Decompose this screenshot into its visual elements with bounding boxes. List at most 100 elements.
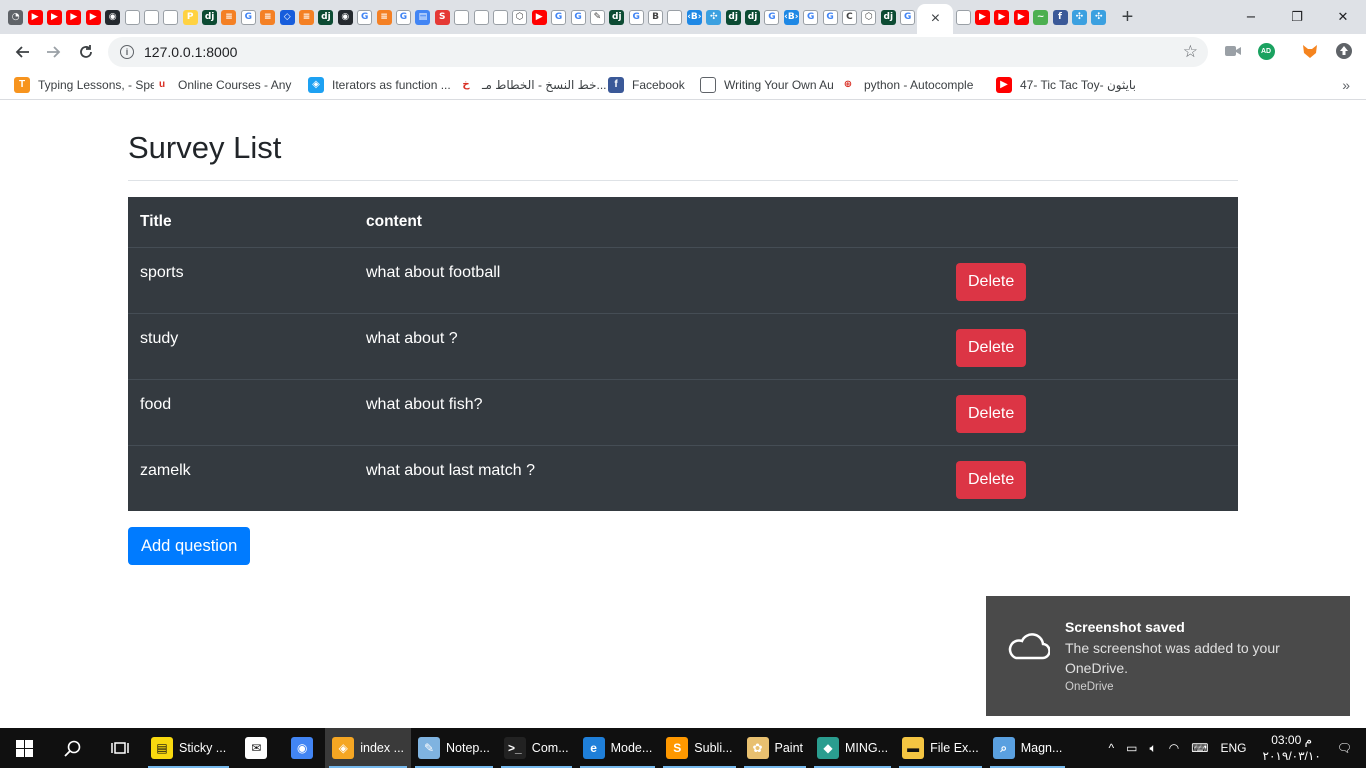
tab-puzzle[interactable]: ✣ bbox=[704, 0, 723, 34]
task-view-button[interactable] bbox=[96, 728, 144, 768]
taskbar-app[interactable]: >_ Com... bbox=[497, 728, 576, 768]
volume-icon[interactable]: 🔈︎ bbox=[1150, 741, 1157, 756]
tab-django[interactable]: dj bbox=[743, 0, 762, 34]
tab-google[interactable]: G bbox=[762, 0, 781, 34]
tab-doc[interactable] bbox=[142, 0, 161, 34]
delete-button[interactable]: Delete bbox=[956, 460, 1027, 499]
forward-button[interactable] bbox=[38, 36, 70, 68]
tab-youtube[interactable]: ▶ bbox=[84, 0, 103, 34]
tab-django[interactable]: dj bbox=[879, 0, 898, 34]
taskbar-app[interactable]: e Mode... bbox=[576, 728, 660, 768]
tab-c[interactable]: C bbox=[840, 0, 859, 34]
tab-google[interactable]: G bbox=[239, 0, 258, 34]
taskbar-app[interactable]: ◈ index ... bbox=[325, 728, 412, 768]
tab-drive[interactable]: ▤ bbox=[413, 0, 432, 34]
tab-youtube[interactable]: ▶ bbox=[992, 0, 1011, 34]
tab-codepen[interactable]: ⬡ bbox=[859, 0, 878, 34]
bookmark-item[interactable]: ◈ Iterators as function ... bbox=[308, 76, 458, 93]
tab-bracket[interactable]: ‹B› bbox=[782, 0, 801, 34]
tab-green[interactable]: ~ bbox=[1031, 0, 1050, 34]
taskbar-app[interactable]: ◉ bbox=[279, 728, 325, 768]
bookmark-item[interactable]: ▶ 47- Tic Tac Toy- بايثون bbox=[996, 76, 1146, 93]
tab-google[interactable]: G bbox=[394, 0, 413, 34]
delete-button[interactable]: Delete bbox=[956, 262, 1027, 301]
search-button[interactable] bbox=[48, 728, 96, 768]
tab-pypi[interactable]: P bbox=[181, 0, 200, 34]
taskbar-app[interactable]: ▬ File Ex... bbox=[895, 728, 986, 768]
profile-avatar[interactable]: AD bbox=[1256, 41, 1276, 61]
tab-doc[interactable] bbox=[471, 0, 490, 34]
taskbar-app[interactable]: ✿ Paint bbox=[740, 728, 811, 768]
delete-button[interactable]: Delete bbox=[956, 328, 1027, 367]
tab-youtube[interactable]: ▶ bbox=[530, 0, 549, 34]
chevron-up-icon[interactable]: ^ bbox=[1109, 741, 1115, 755]
reload-button[interactable] bbox=[70, 36, 102, 68]
battery-icon[interactable]: ▭ bbox=[1126, 741, 1137, 755]
site-info-icon[interactable]: i bbox=[120, 45, 134, 59]
minimize-button[interactable]: − bbox=[1228, 0, 1274, 34]
keyboard-icon[interactable]: ⌨ bbox=[1191, 741, 1208, 755]
tab-google[interactable]: G bbox=[568, 0, 587, 34]
bookmark-star-icon[interactable]: ☆ bbox=[1183, 42, 1198, 62]
tab-s-red[interactable]: S bbox=[433, 0, 452, 34]
tab-django[interactable]: dj bbox=[723, 0, 742, 34]
clock[interactable]: 03:00 م ٢٠١٩/٠٣/١٠ bbox=[1263, 732, 1321, 764]
tab-doc[interactable] bbox=[452, 0, 471, 34]
tab-github[interactable]: ◉ bbox=[336, 0, 355, 34]
update-icon[interactable] bbox=[1334, 41, 1354, 61]
tab-facebook[interactable]: f bbox=[1050, 0, 1069, 34]
taskbar-app[interactable]: ✎ Notep... bbox=[411, 728, 497, 768]
tab-doc[interactable] bbox=[122, 0, 141, 34]
tab-chrome[interactable]: ◔ bbox=[6, 0, 25, 34]
tab-github[interactable]: ◉ bbox=[103, 0, 122, 34]
tab-google[interactable]: G bbox=[898, 0, 917, 34]
address-bar[interactable]: i 127.0.0.1:8000 ☆ bbox=[108, 37, 1208, 67]
bookmark-item[interactable]: ⊕ python - Autocomple bbox=[840, 76, 996, 93]
tab-puzzle[interactable]: ✣ bbox=[1089, 0, 1108, 34]
address-url[interactable]: 127.0.0.1:8000 bbox=[144, 44, 237, 60]
tab-stackoverflow[interactable]: ≡ bbox=[297, 0, 316, 34]
tab-stackoverflow[interactable]: ≡ bbox=[258, 0, 277, 34]
close-tab-icon[interactable]: × bbox=[931, 10, 940, 28]
camera-icon[interactable] bbox=[1223, 41, 1243, 61]
start-button[interactable] bbox=[0, 728, 48, 768]
tab-doc[interactable] bbox=[953, 0, 972, 34]
tab-stackoverflow[interactable]: ≡ bbox=[219, 0, 238, 34]
close-window-button[interactable]: ✕ bbox=[1320, 0, 1366, 34]
taskbar-app[interactable]: ✉ bbox=[233, 728, 279, 768]
tab-stackoverflow[interactable]: ≡ bbox=[374, 0, 393, 34]
bookmark-item[interactable]: خ خط النسخ - الخطاط مـ... bbox=[458, 76, 608, 93]
tab-google[interactable]: G bbox=[801, 0, 820, 34]
active-tab[interactable]: × bbox=[917, 4, 954, 34]
action-center-icon[interactable]: 🗨︎ bbox=[1337, 741, 1352, 755]
taskbar-app[interactable]: ▤ Sticky ... bbox=[144, 728, 233, 768]
tab-django[interactable]: dj bbox=[316, 0, 335, 34]
bookmark-item[interactable]: Writing Your Own Au bbox=[700, 76, 840, 93]
tab-google[interactable]: G bbox=[549, 0, 568, 34]
restore-button[interactable]: ❐ bbox=[1274, 0, 1320, 34]
tab-puzzle[interactable]: ✣ bbox=[1070, 0, 1089, 34]
tab-youtube[interactable]: ▶ bbox=[25, 0, 44, 34]
tab-doc[interactable] bbox=[491, 0, 510, 34]
language-indicator[interactable]: ENG bbox=[1221, 741, 1247, 755]
tab-youtube[interactable]: ▶ bbox=[45, 0, 64, 34]
bookmark-item[interactable]: f Facebook bbox=[608, 76, 700, 93]
taskbar-app[interactable]: ⌕ Magn... bbox=[986, 728, 1070, 768]
more-bookmarks-icon[interactable]: » bbox=[1342, 77, 1350, 93]
tab-google[interactable]: G bbox=[820, 0, 839, 34]
bookmark-item[interactable]: u Online Courses - Any bbox=[154, 76, 308, 93]
tab-youtube[interactable]: ▶ bbox=[64, 0, 83, 34]
tab-bracket[interactable]: ‹B› bbox=[685, 0, 704, 34]
fox-extension-icon[interactable] bbox=[1300, 41, 1320, 61]
tab-google[interactable]: G bbox=[627, 0, 646, 34]
tab-django[interactable]: dj bbox=[200, 0, 219, 34]
bookmark-item[interactable]: T Typing Lessons, - Spe bbox=[14, 76, 154, 93]
tab-bitwarden[interactable]: ◇ bbox=[277, 0, 296, 34]
wifi-icon[interactable]: ◠ bbox=[1169, 741, 1179, 755]
tab-django[interactable]: dj bbox=[607, 0, 626, 34]
tab-edit[interactable]: ✎ bbox=[588, 0, 607, 34]
notification-toast[interactable]: Screenshot saved The screenshot was adde… bbox=[986, 596, 1350, 716]
tab-codepen[interactable]: ⬡ bbox=[510, 0, 529, 34]
back-button[interactable] bbox=[6, 36, 38, 68]
tab-google[interactable]: G bbox=[355, 0, 374, 34]
